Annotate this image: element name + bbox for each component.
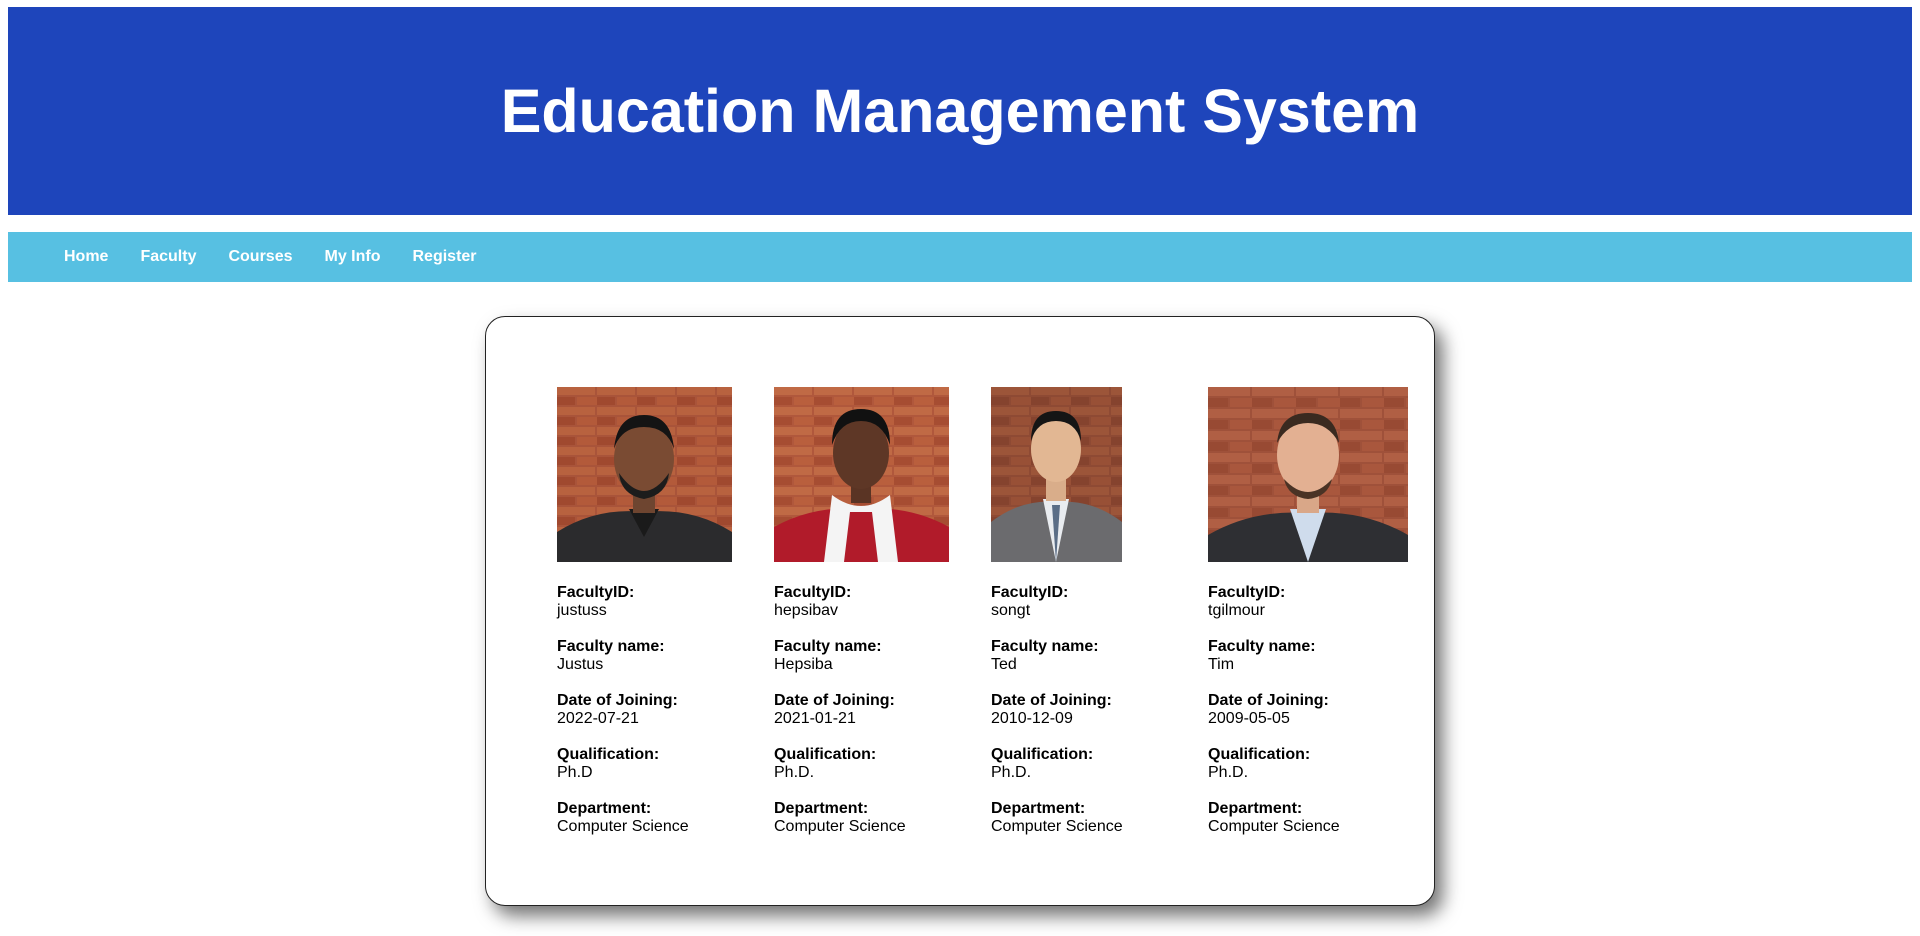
faculty-joining-value: 2009-05-05 (1208, 710, 1290, 727)
faculty-name-value: Hepsiba (774, 656, 833, 673)
faculty-joining-field: Date of Joining: 2021-01-21 (774, 692, 974, 728)
faculty-name-value: Justus (557, 656, 604, 673)
faculty-department-field: Department: Computer Science (557, 800, 757, 836)
faculty-details: FacultyID: justuss Faculty name: Justus … (557, 584, 757, 836)
faculty-profile: FacultyID: justuss Faculty name: Justus … (557, 387, 757, 854)
faculty-department-label: Department: (1208, 800, 1303, 817)
faculty-department-label: Department: (557, 800, 652, 817)
faculty-department-value: Computer Science (991, 818, 1123, 835)
faculty-name-value: Tim (1208, 656, 1235, 673)
faculty-name-field: Faculty name: Justus (557, 638, 757, 674)
faculty-joining-field: Date of Joining: 2010-12-09 (991, 692, 1191, 728)
faculty-profile: FacultyID: hepsibav Faculty name: Hepsib… (774, 387, 974, 854)
faculty-qualification-field: Qualification: Ph.D. (991, 746, 1191, 782)
faculty-name-field: Faculty name: Tim (1208, 638, 1408, 674)
faculty-joining-field: Date of Joining: 2009-05-05 (1208, 692, 1408, 728)
faculty-name-field: Faculty name: Ted (991, 638, 1191, 674)
faculty-department-label: Department: (991, 800, 1086, 817)
faculty-qualification-value: Ph.D. (1208, 764, 1249, 781)
faculty-joining-label: Date of Joining: (1208, 692, 1329, 709)
faculty-joining-label: Date of Joining: (774, 692, 895, 709)
nav-home-link[interactable]: Home (48, 248, 124, 266)
faculty-department-field: Department: Computer Science (774, 800, 974, 836)
faculty-department-value: Computer Science (1208, 818, 1340, 835)
faculty-id-field: FacultyID: tgilmour (1208, 584, 1408, 620)
faculty-id-label: FacultyID: (557, 584, 635, 601)
faculty-name-label: Faculty name: (557, 638, 665, 655)
faculty-department-value: Computer Science (557, 818, 689, 835)
faculty-qualification-field: Qualification: Ph.D (557, 746, 757, 782)
faculty-qualification-field: Qualification: Ph.D. (1208, 746, 1408, 782)
faculty-department-label: Department: (774, 800, 869, 817)
faculty-id-field: FacultyID: hepsibav (774, 584, 974, 620)
nav-courses-link[interactable]: Courses (212, 248, 308, 266)
faculty-joining-field: Date of Joining: 2022-07-21 (557, 692, 757, 728)
faculty-profile: FacultyID: tgilmour Faculty name: Tim Da… (1208, 387, 1408, 854)
faculty-card: FacultyID: justuss Faculty name: Justus … (485, 316, 1435, 906)
faculty-photo-icon (1208, 387, 1408, 562)
faculty-details: FacultyID: songt Faculty name: Ted Date … (991, 584, 1191, 836)
nav-faculty-link[interactable]: Faculty (124, 248, 212, 266)
faculty-department-value: Computer Science (774, 818, 906, 835)
faculty-id-value: songt (991, 602, 1031, 619)
faculty-name-label: Faculty name: (1208, 638, 1316, 655)
faculty-name-label: Faculty name: (774, 638, 882, 655)
faculty-qualification-value: Ph.D. (991, 764, 1032, 781)
nav-bar: Home Faculty Courses My Info Register (8, 232, 1912, 282)
faculty-joining-value: 2010-12-09 (991, 710, 1073, 727)
faculty-qualification-label: Qualification: (774, 746, 877, 763)
faculty-joining-label: Date of Joining: (557, 692, 678, 709)
faculty-id-value: hepsibav (774, 602, 839, 619)
faculty-photo-icon (557, 387, 732, 562)
nav-register-link[interactable]: Register (397, 248, 493, 266)
faculty-name-field: Faculty name: Hepsiba (774, 638, 974, 674)
page-header: Education Management System (8, 7, 1912, 215)
page-title: Education Management System (500, 77, 1420, 145)
faculty-details: FacultyID: tgilmour Faculty name: Tim Da… (1208, 584, 1408, 836)
nav-my-info-link[interactable]: My Info (309, 248, 397, 266)
faculty-id-label: FacultyID: (774, 584, 852, 601)
faculty-qualification-value: Ph.D. (774, 764, 815, 781)
faculty-id-label: FacultyID: (991, 584, 1069, 601)
faculty-qualification-field: Qualification: Ph.D. (774, 746, 974, 782)
faculty-id-value: tgilmour (1208, 602, 1265, 619)
faculty-name-value: Ted (991, 656, 1017, 673)
faculty-details: FacultyID: hepsibav Faculty name: Hepsib… (774, 584, 974, 836)
faculty-qualification-label: Qualification: (557, 746, 660, 763)
faculty-department-field: Department: Computer Science (1208, 800, 1408, 836)
faculty-profile: FacultyID: songt Faculty name: Ted Date … (991, 387, 1191, 854)
faculty-qualification-label: Qualification: (1208, 746, 1311, 763)
faculty-joining-value: 2021-01-21 (774, 710, 856, 727)
faculty-photo-icon (991, 387, 1122, 562)
faculty-id-value: justuss (557, 602, 607, 619)
faculty-joining-value: 2022-07-21 (557, 710, 639, 727)
faculty-department-field: Department: Computer Science (991, 800, 1191, 836)
faculty-id-label: FacultyID: (1208, 584, 1286, 601)
faculty-id-field: FacultyID: justuss (557, 584, 757, 620)
faculty-name-label: Faculty name: (991, 638, 1099, 655)
faculty-id-field: FacultyID: songt (991, 584, 1191, 620)
faculty-qualification-value: Ph.D (557, 764, 593, 781)
faculty-joining-label: Date of Joining: (991, 692, 1112, 709)
faculty-photo-icon (774, 387, 949, 562)
faculty-qualification-label: Qualification: (991, 746, 1094, 763)
